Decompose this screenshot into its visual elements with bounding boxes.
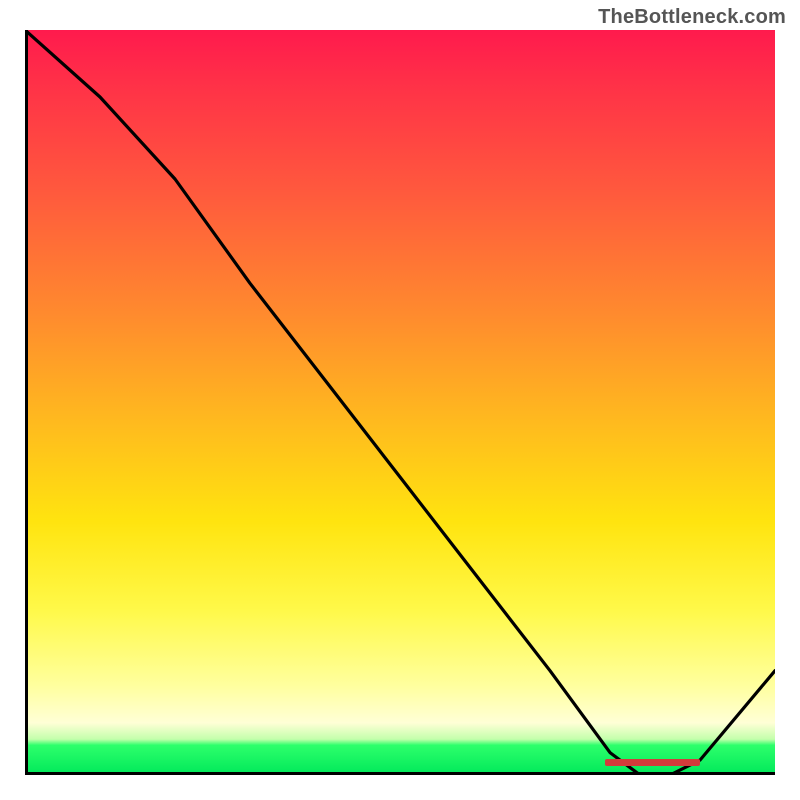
bottleneck-curve	[25, 30, 775, 775]
watermark-text: TheBottleneck.com	[598, 6, 786, 29]
chart-container	[25, 30, 775, 775]
optimal-zone-marker	[605, 759, 700, 766]
